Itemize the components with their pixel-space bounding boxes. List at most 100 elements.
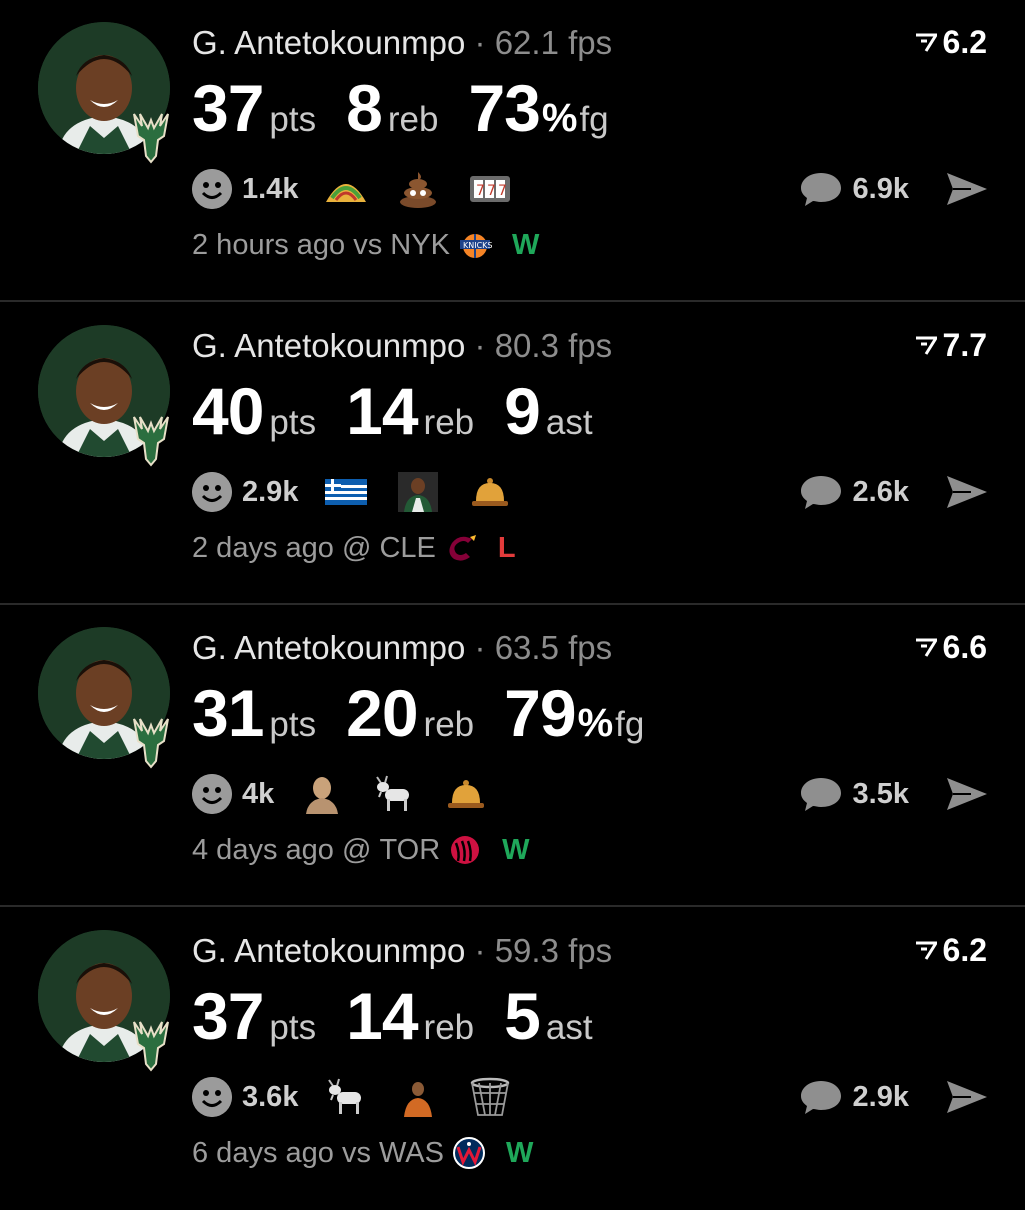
rating-icon (915, 33, 937, 52)
venue: @ (341, 531, 372, 564)
comment-count: 6.9k (852, 172, 909, 205)
player-name[interactable]: G. Antetokounmpo (192, 327, 465, 364)
stat-unit: pts (269, 705, 317, 744)
stats-line: 37 pts 8 reb 73 % fg (192, 70, 639, 146)
rating-value: 6.2 (942, 932, 987, 968)
comment-icon[interactable] (799, 775, 843, 813)
reaction-count: 4k (242, 777, 275, 810)
separator: · (474, 24, 486, 61)
opponent[interactable]: TOR (379, 834, 440, 867)
comment-icon[interactable] (799, 473, 843, 511)
stat-value: 5 (504, 979, 541, 1053)
fps-value: 63.5 fps (494, 629, 613, 666)
bell-emoji-icon[interactable] (444, 774, 488, 814)
slot-machine-emoji-icon[interactable]: 777 (468, 169, 512, 209)
reaction-count: 3.6k (242, 1080, 299, 1113)
share-icon[interactable] (945, 171, 989, 207)
basketball-net-emoji-icon[interactable] (468, 1077, 512, 1117)
reactions-bar: 3.6k (192, 1074, 540, 1120)
rating-icon (915, 638, 937, 657)
separator: · (474, 932, 486, 969)
post-actions: 3.5k (799, 771, 989, 817)
smiley-reaction-icon[interactable] (192, 774, 232, 814)
smiley-reaction-icon[interactable] (192, 1077, 232, 1117)
bald-head-emoji-icon[interactable] (300, 774, 344, 814)
post-title: G. Antetokounmpo · 59.3 fps (192, 932, 612, 970)
stat-value: 40 (192, 374, 264, 448)
opponent[interactable]: CLE (379, 532, 435, 565)
time-ago: 2 hours ago (192, 228, 346, 261)
rating-value: 6.2 (942, 24, 987, 60)
post-card[interactable]: G. Antetokounmpo · 59.3 fps 6.2 37 pts 1… (0, 908, 1025, 1210)
post-title: G. Antetokounmpo · 63.5 fps (192, 629, 612, 667)
bucks-logo-icon (133, 718, 169, 769)
post-card[interactable]: G. Antetokounmpo · 63.5 fps 6.6 31 pts 2… (0, 605, 1025, 907)
post-card[interactable]: G. Antetokounmpo · 80.3 fps 7.7 40 pts 1… (0, 303, 1025, 605)
stat-value: 8 (346, 71, 383, 145)
game-meta: 4 days ago @ TOR W (192, 833, 530, 867)
cavaliers-logo-icon (449, 535, 476, 561)
feed: G. Antetokounmpo · 62.1 fps 6.2 37 pts 8… (0, 0, 1025, 1200)
stat-value: 79 (504, 676, 576, 750)
stats-line: 37 pts 14 reb 5 ast (192, 978, 623, 1054)
rating-icon (915, 336, 937, 355)
svg-text:7: 7 (476, 183, 485, 199)
venue: vs (341, 1136, 371, 1169)
rating-badge: 6.2 (915, 24, 987, 61)
post-actions: 2.9k (799, 1074, 989, 1120)
venue: @ (341, 833, 372, 866)
player-name[interactable]: G. Antetokounmpo (192, 629, 465, 666)
share-icon[interactable] (945, 776, 989, 812)
stat-unit: pts (269, 100, 317, 139)
person-emoji-icon[interactable] (396, 1077, 440, 1117)
opponent[interactable]: WAS (379, 1137, 444, 1170)
stat-unit: reb (423, 1008, 475, 1047)
post-title: G. Antetokounmpo · 62.1 fps (192, 24, 612, 62)
rating-icon (915, 941, 937, 960)
comment-count: 2.6k (852, 475, 909, 508)
stat-value: 14 (346, 374, 418, 448)
reactions-bar: 1.4k 777 (192, 166, 540, 212)
post-card[interactable]: G. Antetokounmpo · 62.1 fps 6.2 37 pts 8… (0, 0, 1025, 302)
stat-unit: ast (545, 1008, 593, 1047)
game-meta: 2 hours ago vs NYK KNICKS W (192, 228, 539, 262)
stat-percent-sign: % (541, 96, 578, 140)
comment-count: 3.5k (852, 777, 909, 810)
game-result: W (506, 1136, 534, 1169)
stat-unit: fg (615, 705, 645, 744)
bell-emoji-icon[interactable] (468, 472, 512, 512)
bucks-logo-icon (133, 1021, 169, 1072)
goat-emoji-icon[interactable] (372, 774, 416, 814)
share-icon[interactable] (945, 474, 989, 510)
fps-value: 59.3 fps (494, 932, 613, 969)
taco-emoji-icon[interactable] (324, 169, 368, 209)
stat-unit: reb (423, 705, 475, 744)
stat-value: 9 (504, 374, 541, 448)
knicks-logo-icon: KNICKS (459, 234, 492, 258)
player-emoji-icon[interactable] (396, 472, 440, 512)
goat-emoji-icon[interactable] (324, 1077, 368, 1117)
stat-unit: pts (269, 1008, 317, 1047)
player-name[interactable]: G. Antetokounmpo (192, 932, 465, 969)
stat-unit: reb (423, 403, 475, 442)
rating-badge: 7.7 (915, 327, 987, 364)
rating-badge: 6.6 (915, 629, 987, 666)
reaction-count: 1.4k (242, 172, 299, 205)
comment-icon[interactable] (799, 170, 843, 208)
player-name[interactable]: G. Antetokounmpo (192, 24, 465, 61)
game-result: W (502, 833, 530, 866)
opponent[interactable]: NYK (390, 229, 450, 262)
reactions-bar: 2.9k (192, 469, 540, 515)
stat-value: 37 (192, 979, 264, 1053)
smiley-reaction-icon[interactable] (192, 169, 232, 209)
game-result: W (511, 228, 540, 261)
stat-unit: pts (269, 403, 317, 442)
comment-icon[interactable] (799, 1078, 843, 1116)
rating-badge: 6.2 (915, 932, 987, 969)
poop-emoji-icon[interactable] (396, 169, 440, 209)
share-icon[interactable] (945, 1079, 989, 1115)
bucks-logo-icon (133, 416, 169, 467)
greece-flag-emoji-icon[interactable] (324, 472, 368, 512)
separator: · (474, 327, 486, 364)
smiley-reaction-icon[interactable] (192, 472, 232, 512)
